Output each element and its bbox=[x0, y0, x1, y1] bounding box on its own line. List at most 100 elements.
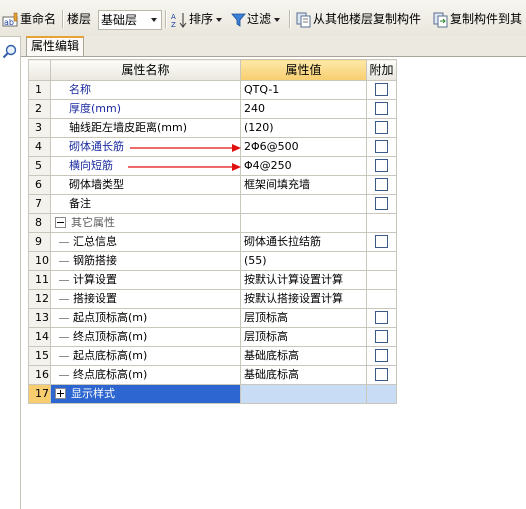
rename-label: 重命名 bbox=[20, 12, 57, 26]
extra-cell bbox=[366, 251, 397, 271]
property-name: 起点底标高(m) bbox=[73, 349, 148, 362]
tree-line bbox=[59, 374, 69, 376]
extra-checkbox[interactable] bbox=[375, 234, 388, 248]
property-value[interactable]: 按默认计算设置计算 bbox=[240, 270, 367, 290]
property-value[interactable]: 2Φ6@500 bbox=[240, 137, 367, 157]
tree-line bbox=[59, 260, 69, 262]
tab-strip: 属性编辑 bbox=[21, 36, 526, 57]
toolbar-separator bbox=[165, 10, 167, 28]
row-number: 3 bbox=[28, 118, 51, 138]
table-row[interactable]: 6 砌体墙类型 框架间填充墙 bbox=[28, 175, 397, 195]
row-number: 8 bbox=[28, 213, 51, 233]
property-name: 横向短筋 bbox=[50, 156, 241, 176]
table-row[interactable]: 3 轴线距左墙皮距离(mm) (120) bbox=[28, 118, 397, 138]
extra-checkbox[interactable] bbox=[375, 196, 388, 210]
table-row[interactable]: 15 起点底标高(m) 基础底标高 bbox=[28, 346, 397, 366]
extra-cell bbox=[366, 384, 397, 404]
property-value[interactable]: 层顶标高 bbox=[240, 327, 367, 347]
property-value[interactable]: 240 bbox=[240, 99, 367, 119]
floor-label: 楼层 bbox=[67, 12, 92, 26]
property-value[interactable]: 按默认搭接设置计算 bbox=[240, 289, 367, 309]
rename-icon: ab bbox=[2, 12, 18, 27]
row-number: 7 bbox=[28, 194, 51, 214]
row-number: 6 bbox=[28, 175, 51, 195]
property-value[interactable]: 砌体通长拉结筋 bbox=[240, 232, 367, 252]
toolbar: ab 重命名 楼层 基础层 A Z 排序 过滤 从其他楼层复制构件 复制构件到其 bbox=[0, 0, 526, 37]
group-label: 显示样式 bbox=[71, 387, 115, 400]
property-value bbox=[240, 384, 367, 404]
extra-cell bbox=[366, 270, 397, 290]
extra-cell bbox=[366, 118, 397, 138]
property-value[interactable]: (55) bbox=[240, 251, 367, 271]
extra-cell bbox=[366, 232, 397, 252]
property-value[interactable]: Φ4@250 bbox=[240, 156, 367, 176]
search-icon[interactable] bbox=[2, 44, 18, 60]
svg-text:ab: ab bbox=[4, 18, 14, 27]
property-grid: 属性名称 属性值 附加 1 名称 QTQ-1 2 厚度(mm) 240 3 轴线… bbox=[28, 59, 397, 404]
property-name: 备注 bbox=[50, 194, 241, 214]
funnel-icon bbox=[231, 13, 246, 27]
extra-checkbox[interactable] bbox=[375, 310, 388, 324]
tree-line bbox=[59, 298, 69, 300]
rename-button[interactable]: ab 重命名 bbox=[2, 10, 56, 28]
table-row-group-selected[interactable]: 17 显示样式 bbox=[28, 384, 397, 404]
collapse-icon[interactable] bbox=[55, 216, 66, 228]
extra-checkbox[interactable] bbox=[375, 158, 388, 172]
property-value[interactable]: 层顶标高 bbox=[240, 308, 367, 328]
extra-checkbox[interactable] bbox=[375, 348, 388, 362]
table-row[interactable]: 7 备注 bbox=[28, 194, 397, 214]
tab-property-edit[interactable]: 属性编辑 bbox=[26, 36, 84, 56]
extra-cell bbox=[366, 213, 397, 233]
table-row[interactable]: 4 砌体通长筋 2Φ6@500 bbox=[28, 137, 397, 157]
extra-checkbox[interactable] bbox=[375, 177, 388, 191]
property-name-cell: 钢筋搭接 bbox=[50, 251, 241, 271]
table-row[interactable]: 13 起点顶标高(m) 层顶标高 bbox=[28, 308, 397, 328]
extra-cell bbox=[366, 156, 397, 176]
extra-checkbox[interactable] bbox=[375, 120, 388, 134]
property-value[interactable]: (120) bbox=[240, 118, 367, 138]
property-name: 轴线距左墙皮距离(mm) bbox=[50, 118, 241, 138]
property-value[interactable]: 框架间填充墙 bbox=[240, 175, 367, 195]
table-row[interactable]: 2 厚度(mm) 240 bbox=[28, 99, 397, 119]
copy-to-button[interactable]: 复制构件到其 bbox=[432, 10, 522, 28]
property-value[interactable] bbox=[240, 194, 367, 214]
group-cell: 显示样式 bbox=[50, 384, 241, 404]
table-row[interactable]: 16 终点底标高(m) 基础底标高 bbox=[28, 365, 397, 385]
table-row[interactable]: 11 计算设置 按默认计算设置计算 bbox=[28, 270, 397, 290]
extra-cell bbox=[366, 289, 397, 309]
expand-icon[interactable] bbox=[55, 387, 66, 399]
extra-checkbox[interactable] bbox=[375, 329, 388, 343]
row-number: 4 bbox=[28, 137, 51, 157]
copy-from-floor-button[interactable]: 从其他楼层复制构件 bbox=[295, 10, 421, 28]
toolbar-separator bbox=[289, 10, 291, 28]
table-row[interactable]: 12 搭接设置 按默认搭接设置计算 bbox=[28, 289, 397, 309]
property-value[interactable]: 基础底标高 bbox=[240, 365, 367, 385]
group-label: 其它属性 bbox=[71, 216, 115, 229]
extra-cell bbox=[366, 175, 397, 195]
filter-button[interactable]: 过滤 bbox=[231, 10, 281, 28]
floor-select[interactable]: 基础层 bbox=[98, 10, 162, 30]
extra-cell bbox=[366, 346, 397, 366]
sort-button[interactable]: A Z 排序 bbox=[171, 10, 223, 28]
table-row[interactable]: 9 汇总信息 砌体通长拉结筋 bbox=[28, 232, 397, 252]
table-row[interactable]: 14 终点顶标高(m) 层顶标高 bbox=[28, 327, 397, 347]
chevron-down-icon bbox=[274, 17, 281, 22]
property-value[interactable]: 基础底标高 bbox=[240, 346, 367, 366]
table-row-group[interactable]: 8 其它属性 bbox=[28, 213, 397, 233]
property-value-header: 属性值 bbox=[240, 59, 367, 81]
table-row[interactable]: 5 横向短筋 Φ4@250 bbox=[28, 156, 397, 176]
extra-checkbox[interactable] bbox=[375, 82, 388, 96]
extra-checkbox[interactable] bbox=[375, 101, 388, 115]
extra-cell bbox=[366, 80, 397, 100]
tree-line bbox=[59, 355, 69, 357]
extra-checkbox[interactable] bbox=[375, 139, 388, 153]
table-row[interactable]: 1 名称 QTQ-1 bbox=[28, 80, 397, 100]
property-value[interactable]: QTQ-1 bbox=[240, 80, 367, 100]
property-name-cell: 终点底标高(m) bbox=[50, 365, 241, 385]
tree-line bbox=[59, 279, 69, 281]
row-number-header bbox=[28, 59, 51, 81]
extra-checkbox[interactable] bbox=[375, 367, 388, 381]
row-number: 14 bbox=[28, 327, 51, 347]
extra-cell bbox=[366, 194, 397, 214]
table-row[interactable]: 10 钢筋搭接 (55) bbox=[28, 251, 397, 271]
